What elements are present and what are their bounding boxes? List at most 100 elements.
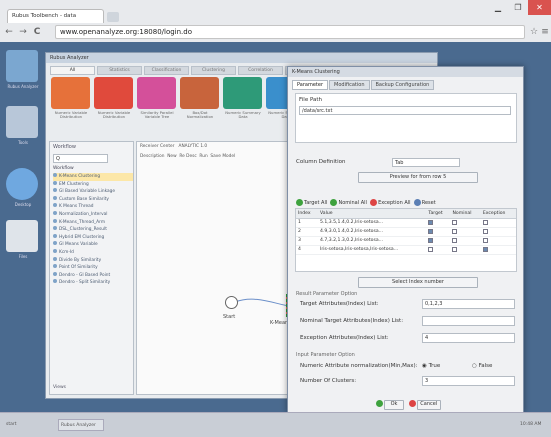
exception-checkbox[interactable]: [482, 246, 488, 252]
exception-checkbox[interactable]: [482, 219, 488, 225]
views-tab[interactable]: Views: [53, 385, 66, 390]
desktop-icon-label: Files: [18, 254, 28, 259]
tab-parameter[interactable]: Parameter: [292, 80, 329, 90]
row-value: 5.1,3.5,1.4,0.2,Iris-setosa...: [317, 218, 427, 228]
reset-icon: [413, 199, 421, 206]
table-row[interactable]: 4 Iris-setosa,Iris-setosa,Iris-setosa...: [296, 245, 516, 255]
table-row[interactable]: 3 4.7,3.2,1.3,0.2,Iris-setosa...: [296, 236, 516, 246]
tab-correlation[interactable]: Correlation: [238, 66, 283, 75]
column-def-select[interactable]: Tab: [392, 158, 460, 167]
tab-all[interactable]: All: [50, 66, 95, 75]
forward-icon[interactable]: →: [17, 25, 29, 39]
start-button[interactable]: start: [6, 422, 16, 427]
exception-list-input[interactable]: 4: [422, 333, 515, 343]
desktop-icon-analyzer[interactable]: [6, 50, 38, 82]
browser-tab[interactable]: Rubus Toolbench - data: [7, 9, 104, 23]
col-target: Target: [426, 209, 451, 219]
url-text: www.openanalyze.org:18080/login.do: [60, 28, 193, 36]
select-index-button[interactable]: Select Index number: [358, 277, 478, 288]
start-node[interactable]: [225, 296, 238, 309]
tree-item[interactable]: K Means Thread: [53, 203, 133, 211]
tab-modification[interactable]: Modification: [329, 80, 370, 90]
desktop-icon-files[interactable]: [6, 220, 38, 252]
new-tab-button[interactable]: [107, 12, 119, 22]
tab-classification[interactable]: Classification: [144, 66, 189, 75]
table-row[interactable]: 2 4.9,3.0,1.4,0.2,Iris-setosa...: [296, 227, 516, 237]
reload-icon[interactable]: C: [31, 25, 43, 39]
tree-item[interactable]: K-Means_Thread_Arm: [53, 219, 133, 227]
cancel-button[interactable]: Cancel: [416, 400, 441, 410]
tree-item[interactable]: K-Means Clustering: [53, 173, 133, 181]
tab-statistics[interactable]: Statistics: [97, 66, 142, 75]
nominal-checkbox[interactable]: [452, 219, 458, 225]
dialog-tabs: Parameter Modification Backup Configuratio…: [292, 80, 435, 90]
tree-item[interactable]: Hybrid EM Clustering: [53, 234, 133, 242]
taskbar-item[interactable]: Rubus Analyzer: [58, 419, 104, 431]
reset-button[interactable]: Reset: [422, 200, 436, 206]
ok-button[interactable]: Ok: [384, 400, 404, 410]
tool-line-chart-icon[interactable]: [51, 77, 90, 109]
tool-search-icon[interactable]: [223, 77, 262, 109]
tree-item[interactable]: Normalization_Interval: [53, 211, 133, 219]
tool-tree-icon[interactable]: [137, 77, 176, 109]
maximize-button[interactable]: ❐: [508, 0, 528, 15]
table-row[interactable]: 1 5.1,3.5,1.4,0.2,Iris-setosa...: [296, 218, 516, 228]
kmeans-dialog: K-Means Clustering Parameter Modification…: [287, 66, 524, 413]
desktop-icon-label: Desktop: [14, 202, 32, 207]
workflow-search-input[interactable]: Q: [53, 154, 108, 163]
exception-checkbox[interactable]: [482, 228, 488, 234]
tree-item[interactable]: GI Means Variable: [53, 241, 133, 249]
tree-item[interactable]: Kcm-Id: [53, 249, 133, 257]
back-icon[interactable]: ←: [3, 25, 15, 39]
nominal-all-button[interactable]: Nominal All: [338, 200, 366, 206]
table-header: Index Value Target Nominal Exception: [296, 209, 516, 219]
tree-root[interactable]: Workflow: [53, 166, 74, 171]
normalize-label: Numeric Attribute normalization(Min,Max)…: [300, 363, 418, 369]
nominal-checkbox[interactable]: [452, 237, 458, 243]
exception-checkbox[interactable]: [482, 237, 488, 243]
tree-item[interactable]: Point Of Similarity: [53, 264, 133, 272]
tree-item[interactable]: DSL_Clustering_Result: [53, 226, 133, 234]
check-icon: [330, 199, 338, 206]
nominal-list-input[interactable]: [422, 316, 515, 326]
selection-actions: Target All Nominal All Exception All Res…: [296, 199, 436, 206]
tool-bar-chart-icon[interactable]: [94, 77, 133, 109]
normalize-true-radio[interactable]: ◉ True: [422, 363, 440, 369]
browser-chrome: Rubus Toolbench - data ▁ ❐ ✕ ← → C www.o…: [0, 0, 551, 42]
minimize-button[interactable]: ▁: [488, 0, 508, 15]
target-list-input[interactable]: 0,1,2,3: [422, 299, 515, 309]
dialog-buttons: Ok Cancel: [376, 400, 441, 410]
start-label: Start: [223, 314, 236, 320]
tab-clustering[interactable]: Clustering: [191, 66, 236, 75]
clock: 10:48 AM: [520, 422, 542, 427]
tree-item[interactable]: EM Clustering: [53, 181, 133, 189]
target-checkbox[interactable]: [428, 246, 434, 252]
close-window-button[interactable]: ✕: [528, 0, 551, 15]
file-path-input[interactable]: /data/src.txt: [299, 106, 511, 115]
address-bar[interactable]: www.openanalyze.org:18080/login.do: [55, 25, 525, 39]
exception-all-button[interactable]: Exception All: [378, 200, 410, 206]
tree-item[interactable]: GI Based Variable Linkage: [53, 188, 133, 196]
nominal-checkbox[interactable]: [452, 228, 458, 234]
column-def-label: Column Definition: [296, 159, 346, 165]
tree-item[interactable]: Dendro - GI Based Point: [53, 272, 133, 280]
clusters-input[interactable]: 3: [422, 376, 515, 386]
nominal-checkbox[interactable]: [452, 246, 458, 252]
tree-item[interactable]: Divide By Similarity: [53, 257, 133, 265]
normalize-false-radio[interactable]: ○ False: [472, 363, 492, 369]
preview-button[interactable]: Preview for from row 5: [358, 172, 478, 183]
target-checkbox[interactable]: [428, 228, 434, 234]
tree-item[interactable]: Dendro - Split Similarity: [53, 279, 133, 287]
target-all-button[interactable]: Target All: [304, 200, 327, 206]
tool-target-icon[interactable]: [180, 77, 219, 109]
desktop-icon-globe[interactable]: [6, 168, 38, 200]
menu-icon[interactable]: ≡: [539, 25, 551, 39]
params-group-label: Result Parameter Option: [296, 291, 358, 297]
target-checkbox[interactable]: [428, 219, 434, 225]
tree-item[interactable]: Custom Base Similarity: [53, 196, 133, 204]
tab-backup[interactable]: Backup Configuration: [370, 80, 435, 90]
desktop-icon-tools[interactable]: [6, 106, 38, 138]
target-checkbox[interactable]: [428, 237, 434, 243]
app-title: Rubus Analyzer: [46, 53, 437, 63]
tab-title: Rubus Toolbench - data: [12, 13, 77, 19]
